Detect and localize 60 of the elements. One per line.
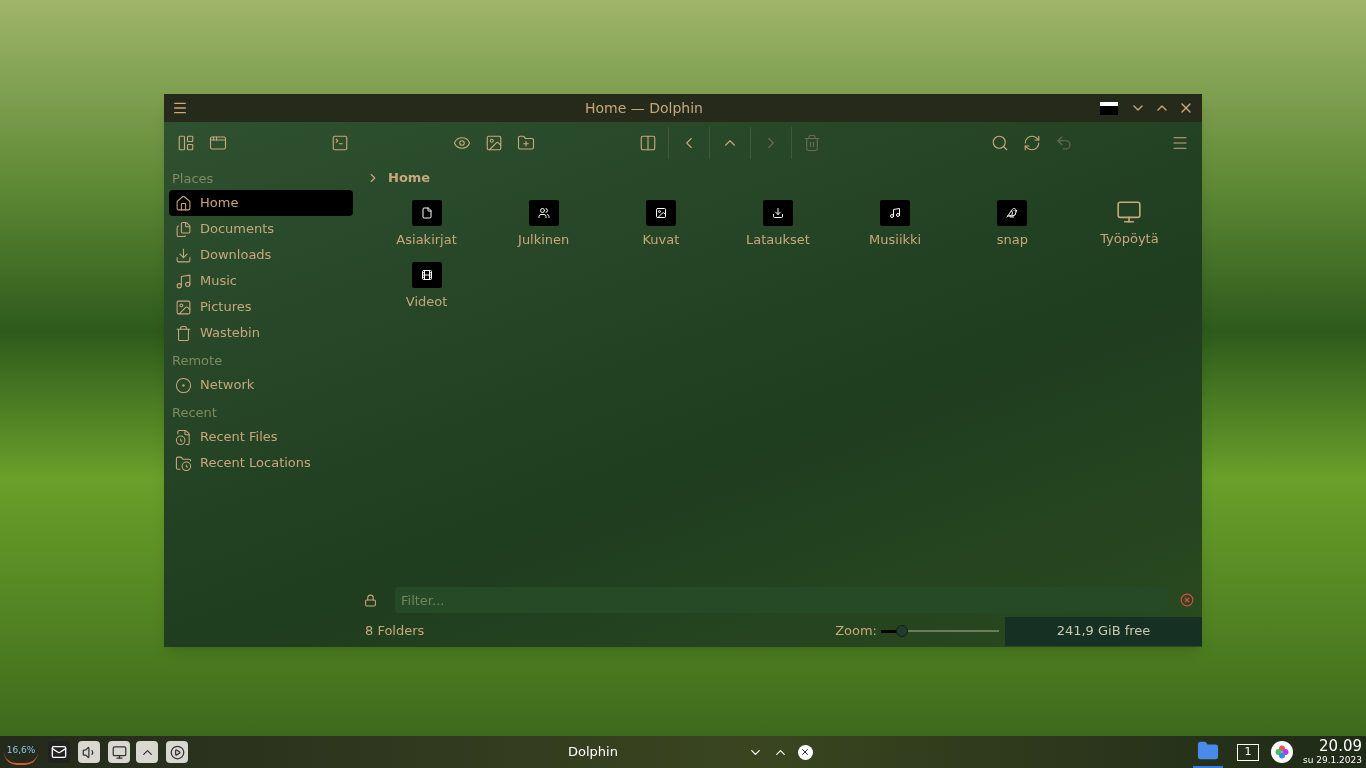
sidebar-item[interactable]: Pictures [169,294,353,320]
recent-folder-icon [175,454,192,472]
network-icon [175,376,192,394]
folder-item[interactable]: Musiikki [836,198,954,260]
folder-item[interactable]: snap [953,198,1071,260]
zoom-slider[interactable] [881,625,999,637]
breadcrumb-item[interactable]: Home [388,168,431,188]
clear-icon[interactable] [1180,593,1194,607]
clock-date: su 29.1.2023 [1302,756,1362,765]
sidebar-item[interactable]: Recent Files [169,424,353,450]
folder-item[interactable]: Lataukset [719,198,837,260]
free-space-bar: 241,9 GiB free [1005,616,1202,646]
folder-icon [1100,101,1118,115]
zoom-label: Zoom: [835,622,877,641]
task-close-icon[interactable] [797,744,813,760]
sidebar-item[interactable]: Home [169,190,353,216]
tray-expand-icon[interactable] [136,741,158,763]
monitor-icon [1116,199,1143,225]
folder-icon [880,200,911,226]
lock-icon [364,593,377,607]
volume-icon[interactable] [78,741,100,763]
folder-item[interactable]: Julkinen [485,198,603,260]
section-heading: Places [171,170,215,189]
sidebar-item[interactable]: Network [169,372,353,398]
sidebar-item[interactable]: Wastebin [169,320,353,346]
folder-count: 8 Folders [365,622,425,641]
recent-file-icon [175,428,192,446]
desktop-switcher[interactable]: 1 [1236,743,1259,761]
home-icon [175,194,192,212]
window-title: Home — Dolphin [584,98,704,118]
trash-icon [175,324,192,342]
menu-icon[interactable] [172,100,188,116]
clock-time: 20.09 [1319,739,1362,754]
cpu-load-meter: 16,6% [4,739,38,765]
filter-field[interactable]: Filter... [395,587,1168,613]
sidebar-item[interactable]: Downloads [169,242,353,268]
folder-icon [528,200,559,226]
section-heading: Recent [171,404,218,423]
download-icon [175,246,192,264]
folder-icon [411,200,442,226]
media-play-icon[interactable] [166,741,188,763]
documents-icon [175,220,192,238]
folder-icon [763,200,793,226]
picture-icon [175,298,192,316]
folder-icon [997,200,1028,226]
mail-icon[interactable] [48,741,70,763]
sidebar-item[interactable]: Recent Locations [169,450,353,476]
folder-icon [411,262,442,288]
app-launcher-icon[interactable] [1270,741,1293,763]
taskbar-task[interactable]: Dolphin [568,742,618,762]
folder-item[interactable]: Videot [368,260,486,322]
display-icon[interactable] [108,741,130,763]
section-heading: Remote [171,352,224,371]
folder-item[interactable]: Kuvat [602,198,720,260]
sidebar-item[interactable]: Music [169,268,353,294]
folder-icon [645,200,676,226]
folder-item[interactable]: Asiakirjat [368,198,486,260]
sidebar-item[interactable]: Documents [169,216,353,242]
folder-item[interactable]: Työpöytä [1070,198,1188,260]
music-icon [175,272,192,290]
